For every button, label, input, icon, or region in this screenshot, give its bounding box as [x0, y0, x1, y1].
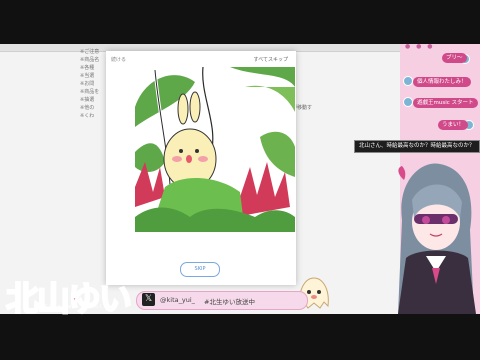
chat-message: うまい！ [438, 120, 469, 130]
chat-message: 個人情報わたしみ！ [413, 77, 471, 87]
skip-all-link[interactable]: すべてスキップ [254, 56, 288, 63]
letterbox-bottom [0, 314, 480, 360]
vtuber-avatar [392, 160, 480, 314]
illustration-art [135, 67, 295, 232]
skip-button[interactable]: SKIP [180, 262, 220, 277]
channel-logo: 北山ゆい [5, 278, 133, 319]
chat-message: ブリ〜 [442, 53, 467, 63]
channel-logo-romaji: Kitayama Yui [44, 304, 104, 310]
chat-header-dots: ● ● ● [405, 43, 435, 50]
chat-message: 遊戯王music スタート [413, 98, 478, 108]
x-logo-icon: 𝕏 [142, 293, 155, 306]
tip-message: 北山さん、時給最高なのか？時給最高なのか？ [354, 140, 480, 153]
stream-hashtag: #北生ゆい放送中 [204, 298, 255, 306]
modal-header-label: 続ける [111, 57, 127, 63]
social-handle: @kita_yui_ [160, 296, 195, 304]
chat-avatar [403, 97, 413, 107]
vtuber-character-art [398, 163, 476, 314]
rabbit-illustration [135, 67, 295, 232]
chat-avatar [403, 76, 413, 86]
letterbox-top [0, 0, 480, 44]
